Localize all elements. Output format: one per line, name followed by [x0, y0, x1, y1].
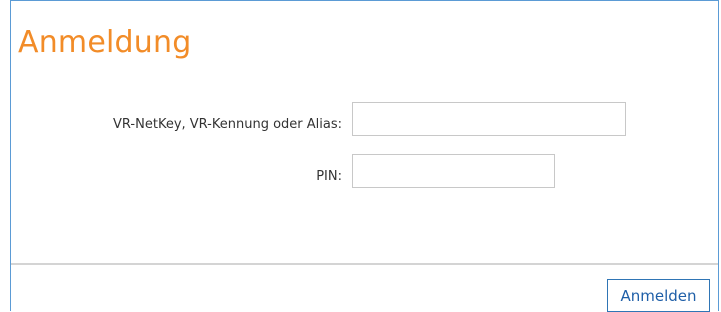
user-id-input[interactable]	[352, 102, 626, 136]
login-panel: Anmeldung VR-NetKey, VR-Kennung oder Ali…	[10, 0, 719, 312]
page-title: Anmeldung	[18, 25, 192, 60]
form-divider	[11, 263, 718, 265]
user-id-label: VR-NetKey, VR-Kennung oder Alias:	[113, 117, 342, 132]
pin-label: PIN:	[316, 169, 342, 184]
pin-input[interactable]	[352, 154, 555, 188]
login-button[interactable]: Anmelden	[607, 279, 710, 312]
